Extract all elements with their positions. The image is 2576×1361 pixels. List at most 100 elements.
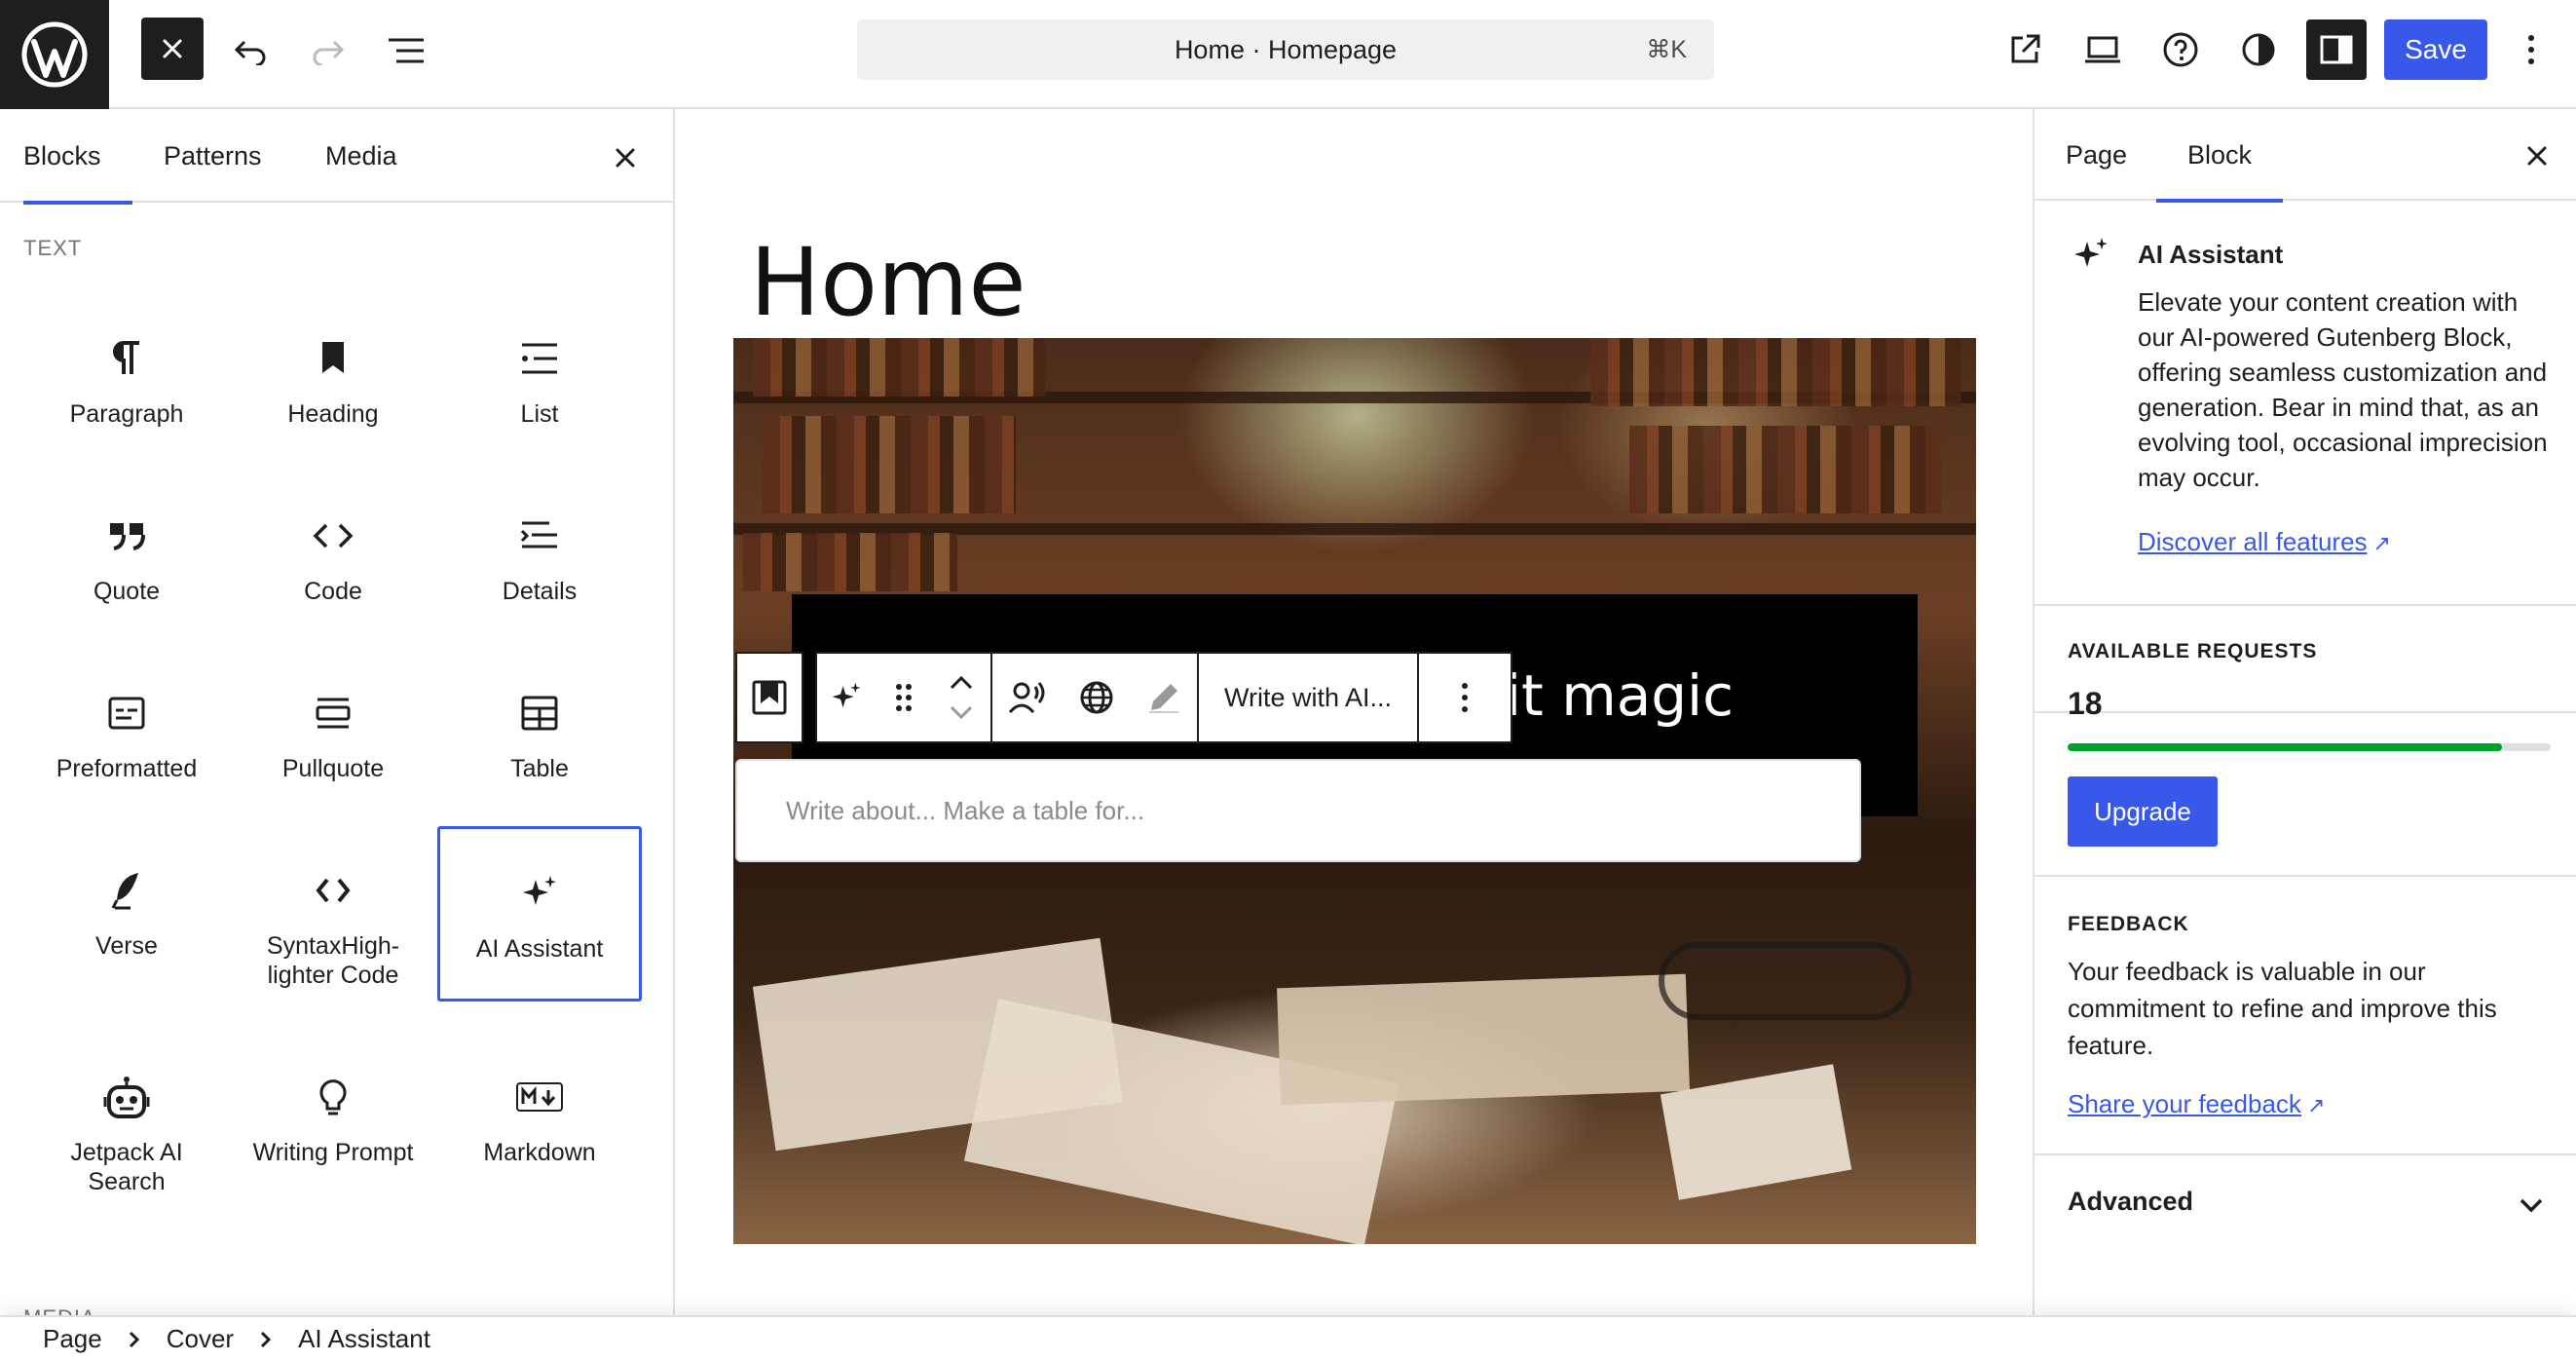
block-label: Paragraph xyxy=(69,400,184,428)
external-link-icon xyxy=(2011,34,2040,63)
ai-assistant-button[interactable] xyxy=(817,654,876,741)
divider xyxy=(2035,875,2576,877)
block-label: Jetpack AI Search xyxy=(70,1139,183,1195)
ai-tools-group xyxy=(992,652,1199,743)
block-options-button[interactable] xyxy=(1419,654,1511,741)
table-icon xyxy=(437,692,642,735)
undo-icon xyxy=(234,40,266,65)
block-code[interactable]: Code xyxy=(231,472,435,647)
breadcrumb-item-page[interactable]: Page xyxy=(43,1324,102,1354)
editor-canvas[interactable]: Home Books are a little bit magic xyxy=(677,109,2033,1315)
help-icon xyxy=(2163,32,2198,67)
block-label: AI Assistant xyxy=(475,935,604,963)
block-writing-prompt[interactable]: Writing Prompt xyxy=(231,1033,435,1208)
page-title[interactable]: Home xyxy=(750,234,1027,331)
markdown-icon xyxy=(437,1076,642,1118)
preformatted-icon xyxy=(24,692,229,735)
block-label: SyntaxHigh-lighter Code xyxy=(266,932,400,989)
redo-button[interactable] xyxy=(298,21,358,80)
tab-media[interactable]: Media xyxy=(325,109,397,203)
edit-button[interactable] xyxy=(1131,654,1197,741)
more-vertical-icon xyxy=(1462,683,1469,712)
breadcrumb-item-cover[interactable]: Cover xyxy=(167,1324,234,1354)
block-breadcrumb-bar: Page Cover AI Assistant xyxy=(0,1315,2576,1361)
speech-button[interactable] xyxy=(992,654,1063,741)
block-paragraph[interactable]: Paragraph xyxy=(24,294,229,470)
chevron-right-icon xyxy=(128,1330,141,1349)
tab-page[interactable]: Page xyxy=(2066,109,2127,201)
undo-button[interactable] xyxy=(220,21,280,80)
breadcrumb: Page Cover AI Assistant xyxy=(43,1317,430,1361)
requests-progress-fill xyxy=(2068,743,2503,751)
command-palette-button[interactable]: Home · Homepage ⌘K xyxy=(857,19,1714,80)
block-label: Heading xyxy=(287,400,379,428)
block-pullquote[interactable]: Pullquote xyxy=(231,649,435,824)
tab-patterns[interactable]: Patterns xyxy=(164,109,262,203)
move-buttons[interactable] xyxy=(932,654,990,741)
block-details[interactable]: Details xyxy=(437,472,642,647)
cover-block-switcher-button[interactable] xyxy=(737,654,802,741)
ai-prompt-input[interactable] xyxy=(786,761,1838,860)
block-options-group xyxy=(1419,652,1513,743)
share-feedback-link[interactable]: Share your feedback xyxy=(2068,1089,2301,1118)
block-list[interactable]: List xyxy=(437,294,642,470)
settings-toggle-button[interactable] xyxy=(2306,19,2367,80)
translate-button[interactable] xyxy=(1063,654,1131,741)
feedback-label: FEEDBACK xyxy=(2068,913,2189,935)
block-label: List xyxy=(520,400,559,428)
block-card-description: Elevate your content creation with our A… xyxy=(2138,284,2557,561)
section-label-media: MEDIA xyxy=(23,1305,96,1315)
feedback-description: Your feedback is valuable in our commitm… xyxy=(2068,957,2497,1060)
close-settings-button[interactable] xyxy=(2518,136,2557,175)
drag-handle[interactable] xyxy=(876,654,932,741)
sidebar-icon xyxy=(2320,35,2353,64)
document-overview-button[interactable] xyxy=(376,21,436,80)
feedback-text: Your feedback is valuable in our commitm… xyxy=(2068,953,2555,1124)
block-label: Table xyxy=(510,755,569,782)
write-with-ai-button[interactable]: Write with AI... xyxy=(1199,654,1417,741)
advanced-panel-toggle[interactable]: Advanced xyxy=(2035,1155,2576,1253)
block-label: Details xyxy=(502,578,578,605)
options-button[interactable] xyxy=(2507,19,2556,80)
wordpress-logo-button[interactable] xyxy=(0,0,109,109)
help-button[interactable] xyxy=(2150,19,2211,80)
block-verse[interactable]: Verse xyxy=(24,826,229,1002)
block-inserter-panel: Blocks Patterns Media TEXT Paragraph Hea… xyxy=(0,109,675,1315)
block-quote[interactable]: Quote xyxy=(24,472,229,647)
tab-block[interactable]: Block xyxy=(2155,109,2284,203)
block-label: Pullquote xyxy=(281,755,385,782)
lightbulb-icon xyxy=(231,1076,435,1118)
requests-progress-bar xyxy=(2068,743,2551,751)
block-heading[interactable]: Heading xyxy=(231,294,435,470)
styles-button[interactable] xyxy=(2228,19,2289,80)
device-preview-button[interactable] xyxy=(2072,19,2133,80)
block-markdown[interactable]: Markdown xyxy=(437,1033,642,1208)
editor-header: Home · Homepage ⌘K Save xyxy=(0,0,2576,109)
close-icon xyxy=(616,148,635,168)
ai-prompt-box xyxy=(735,759,1861,862)
block-label: Writing Prompt xyxy=(252,1139,414,1166)
upgrade-button[interactable]: Upgrade xyxy=(2068,776,2218,847)
close-inserter-panel-button[interactable] xyxy=(606,138,645,177)
block-ai-assistant[interactable]: AI Assistant xyxy=(437,826,642,1002)
view-page-button[interactable] xyxy=(1995,19,2055,80)
redo-icon xyxy=(313,40,345,65)
block-preformatted[interactable]: Preformatted xyxy=(24,649,229,824)
list-view-icon xyxy=(389,38,424,63)
discover-features-link[interactable]: Discover all features xyxy=(2138,527,2368,556)
more-vertical-icon xyxy=(2528,35,2534,64)
block-syntaxhighlighter-code[interactable]: SyntaxHigh-lighter Code xyxy=(231,826,435,1002)
block-table[interactable]: Table xyxy=(437,649,642,824)
divider xyxy=(2035,604,2576,606)
voice-icon xyxy=(1008,682,1045,714)
close-inserter-button[interactable] xyxy=(141,18,204,80)
tab-blocks[interactable]: Blocks xyxy=(23,109,132,205)
settings-sidebar: Page Block AI Assistant Elevate your con… xyxy=(2033,109,2576,1315)
save-button[interactable]: Save xyxy=(2384,19,2487,80)
chevron-down-icon xyxy=(2520,1198,2543,1213)
block-description-text: Elevate your content creation with our A… xyxy=(2138,287,2548,492)
inserter-tabs: Blocks Patterns Media xyxy=(0,109,673,205)
block-jetpack-ai-search[interactable]: Jetpack AI Search xyxy=(24,1033,229,1208)
verse-icon xyxy=(24,869,229,912)
command-shortcut: ⌘K xyxy=(1646,36,1687,63)
